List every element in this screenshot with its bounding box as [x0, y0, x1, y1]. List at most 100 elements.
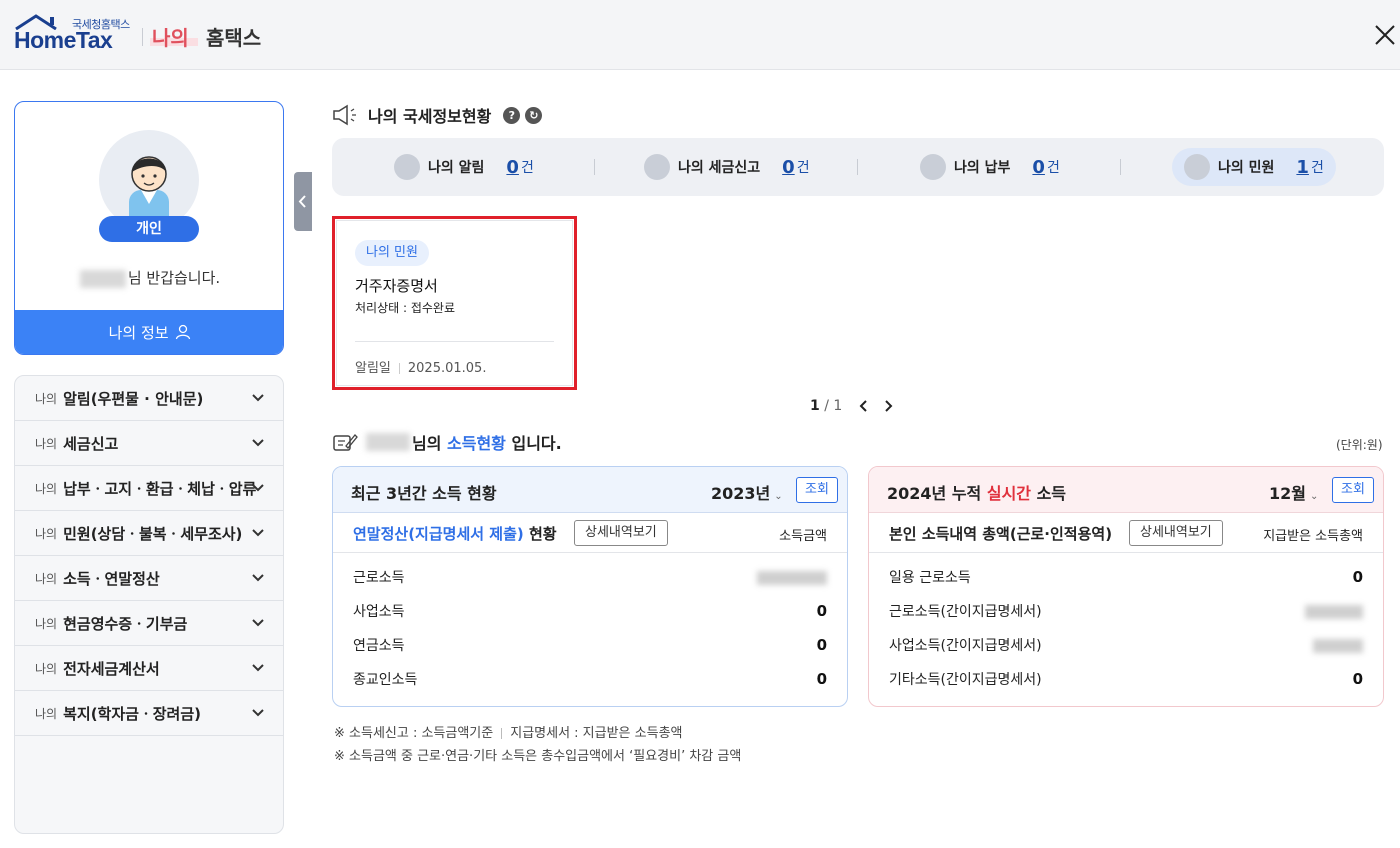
table-row: 근로소득(간이지급명세서)	[869, 593, 1383, 627]
user-avatar-icon	[129, 156, 169, 230]
status-bar: 나의 알림 0건 나의 세금신고 0건 나의 납부 0건 나의 민원 1건	[332, 138, 1384, 196]
row-label: 근로소득(간이지급명세서)	[889, 604, 1042, 620]
my-info-button[interactable]: 나의 정보	[15, 310, 283, 354]
card-title-red: 실시간	[986, 484, 1032, 503]
menu-item-einvoice[interactable]: 나의 전자세금계산서	[15, 646, 283, 691]
stat-count: 0	[1032, 156, 1045, 178]
table-row: 일용 근로소득 0	[869, 559, 1383, 593]
hometax-label: 홈택스	[206, 26, 262, 50]
next-page-button[interactable]	[878, 396, 898, 416]
hometax-logo[interactable]: 국세청홈택스 HomeTax	[14, 14, 132, 54]
close-button[interactable]	[1372, 22, 1398, 48]
chevron-down-icon	[252, 574, 264, 582]
blurred-user-name	[79, 269, 126, 288]
stat-notice[interactable]: 나의 알림 0건	[394, 148, 534, 186]
blurred-value	[1305, 605, 1363, 619]
detail-button[interactable]: 상세내역보기	[1129, 520, 1223, 546]
prev-page-button[interactable]	[854, 396, 874, 416]
notice-icon	[394, 154, 420, 180]
month-value: 12월	[1269, 484, 1306, 503]
card-sub-header: 연말정산(지급명세서 제출) 현황 상세내역보기 소득금액	[333, 513, 847, 553]
notice-status: 처리상태 : 접수완료	[355, 301, 455, 315]
notice-divider	[355, 341, 554, 342]
year-value: 2023년	[711, 484, 771, 503]
notice-date-label: 알림일	[355, 361, 391, 376]
menu-label: 납부ㆍ고지ㆍ환급ㆍ체납ㆍ압류	[63, 479, 257, 498]
stat-unit: 건	[1310, 160, 1324, 176]
query-button[interactable]: 조회	[1332, 477, 1374, 503]
sidebar-collapse-button[interactable]	[294, 172, 312, 231]
unit-note: (단위:원)	[1336, 438, 1383, 452]
chevron-down-icon	[252, 709, 264, 717]
menu-prefix: 나의	[35, 661, 58, 676]
row-value: 0	[816, 670, 827, 688]
income-title-highlight: 소득현황	[447, 434, 506, 453]
header-divider	[142, 28, 143, 46]
stat-payment[interactable]: 나의 납부 0건	[920, 148, 1060, 186]
month-select[interactable]: 12월 ⌄	[1269, 480, 1318, 504]
menu-label: 전자세금계산서	[63, 659, 160, 678]
menu-label: 알림(우편물 · 안내문)	[63, 389, 204, 408]
avatar	[99, 130, 199, 230]
chevron-down-icon	[252, 484, 264, 492]
menu-item-tax-filing[interactable]: 나의 세금신고	[15, 421, 283, 466]
footnotes: ※ 소득세신고 : 소득금액기준 지급명세서 : 지급받은 소득총액 ※ 소득금액…	[334, 722, 741, 768]
income-rows: 일용 근로소득 0 근로소득(간이지급명세서) 사업소득(간이지급명세서) 기타소…	[869, 553, 1383, 695]
menu-prefix: 나의	[35, 481, 58, 496]
sub-title-highlight: 연말정산(지급명세서 제출)	[353, 525, 524, 543]
stat-label: 나의 납부	[954, 160, 1011, 176]
chevron-down-icon	[252, 394, 264, 402]
menu-label: 현금영수증ㆍ기부금	[63, 614, 188, 633]
menu-item-payment[interactable]: 나의 납부ㆍ고지ㆍ환급ㆍ체납ㆍ압류	[15, 466, 283, 511]
stat-unit: 건	[796, 160, 810, 176]
status-section-title: 나의 국세정보현황 ? ↻	[332, 103, 543, 127]
menu-prefix: 나의	[35, 436, 58, 451]
my-info-label: 나의 정보	[108, 324, 169, 342]
row-label: 사업소득	[353, 604, 405, 620]
chevron-down-icon	[252, 529, 264, 537]
table-row: 사업소득 0	[333, 593, 847, 627]
detail-button[interactable]: 상세내역보기	[574, 520, 668, 546]
help-icon[interactable]: ?	[503, 106, 521, 124]
user-type-badge: 개인	[99, 216, 199, 242]
status-title-text: 나의 국세정보현황	[368, 107, 492, 126]
card-header: 최근 3년간 소득 현황 2023년 ⌄ 조회	[333, 467, 847, 513]
refresh-icon[interactable]: ↻	[525, 106, 543, 124]
menu-item-welfare[interactable]: 나의 복지(학자금ㆍ장려금)	[15, 691, 283, 736]
income-title-end: 입니다.	[505, 434, 562, 453]
pager-current: 1	[810, 398, 820, 414]
card-title-a: 2024년 누적	[887, 484, 987, 503]
blurred-user-name	[366, 433, 410, 451]
chevron-right-icon	[885, 400, 893, 412]
table-row: 기타소득(간이지급명세서) 0	[869, 661, 1383, 695]
chevron-down-icon	[252, 664, 264, 672]
card-title: 최근 3년간 소득 현황	[351, 484, 497, 503]
stat-count: 1	[1296, 156, 1309, 178]
menu-item-notice[interactable]: 나의 알림(우편물 · 안내문)	[15, 376, 283, 421]
my-label: 나의	[152, 26, 189, 50]
menu-label: 복지(학자금ㆍ장려금)	[63, 704, 202, 723]
stat-divider	[594, 159, 595, 175]
stat-divider	[1120, 159, 1121, 175]
footnote-line-2: ※ 소득금액 중 근로·연금·기타 소득은 총수입금액에서 ‘필요경비’ 차감 …	[334, 749, 742, 764]
income-rows: 근로소득 사업소득 0 연금소득 0 종교인소득 0	[333, 553, 847, 695]
column-label: 소득금액	[779, 529, 827, 544]
menu-item-civil[interactable]: 나의 민원(상담ㆍ불복ㆍ세무조사)	[15, 511, 283, 556]
query-button[interactable]: 조회	[796, 477, 838, 503]
notice-card[interactable]: 나의 민원 거주자증명서 처리상태 : 접수완료 알림일 2025.01.05.	[332, 216, 577, 390]
stat-civil[interactable]: 나의 민원 1건	[1172, 148, 1336, 186]
stat-tax-filing[interactable]: 나의 세금신고 0건	[644, 148, 810, 186]
menu-label: 세금신고	[63, 434, 119, 453]
stat-label: 나의 세금신고	[678, 160, 761, 176]
chevron-down-icon	[252, 619, 264, 627]
menu-item-receipt[interactable]: 나의 현금영수증ㆍ기부금	[15, 601, 283, 646]
row-label: 사업소득(간이지급명세서)	[889, 638, 1042, 654]
menu-item-income[interactable]: 나의 소득ㆍ연말정산	[15, 556, 283, 601]
menu-label: 민원(상담ㆍ불복ㆍ세무조사)	[63, 524, 243, 543]
year-select[interactable]: 2023년 ⌄	[711, 480, 783, 504]
stat-label: 나의 민원	[1218, 160, 1275, 176]
sub-title: 연말정산(지급명세서 제출) 현황	[353, 523, 557, 544]
notice-tag: 나의 민원	[355, 240, 429, 266]
blurred-value	[757, 571, 827, 585]
income-title-mid: 님의	[412, 434, 448, 453]
